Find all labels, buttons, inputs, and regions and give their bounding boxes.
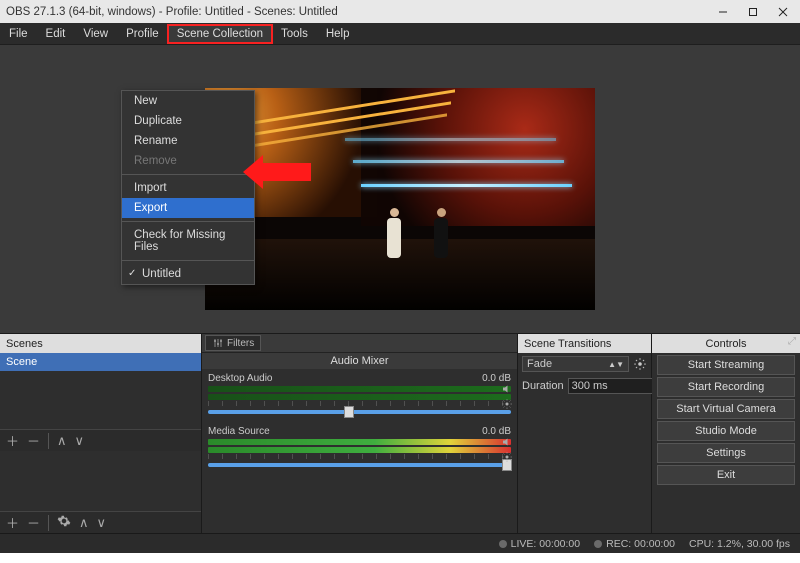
gear-icon[interactable] [633,357,647,371]
gear-icon[interactable] [501,451,513,463]
menu-item-check-missing[interactable]: Check for Missing Files [122,225,254,257]
transitions-body: Fade▲▼ Duration ▴▾ [518,353,651,533]
menu-profile[interactable]: Profile [117,25,168,43]
chevron-up-down-icon: ▲▼ [608,360,624,369]
gear-icon[interactable] [501,398,513,410]
audio-mixer-panel: Filters Audio Mixer Desktop Audio0.0 dB [202,334,518,533]
audio-meter [208,447,511,453]
start-recording-button[interactable]: Start Recording [657,377,795,397]
status-rec: REC: 00:00:00 [594,538,675,550]
transition-select[interactable]: Fade▲▼ [522,356,629,372]
menu-separator [122,260,254,261]
status-live: LIVE: 00:00:00 [499,538,580,550]
track-name: Media Source [208,426,270,437]
mixer-track: Desktop Audio0.0 dB [202,369,517,416]
speaker-icon[interactable] [501,436,513,448]
studio-mode-button[interactable]: Studio Mode [657,421,795,441]
undock-icon[interactable]: ⤢ [788,336,796,347]
controls-header: Controls ⤢ [652,334,800,353]
scenes-panel: Scenes Scene ＋ － ∧ ∨ ＋ － ∧ ∨ [0,334,202,533]
filters-icon [212,337,224,349]
menu-view[interactable]: View [74,25,117,43]
remove-source-icon[interactable]: － [27,513,40,532]
exit-button[interactable]: Exit [657,465,795,485]
menubar: File Edit View Profile Scene Collection … [0,23,800,45]
menu-separator [122,221,254,222]
controls-body: Start Streaming Start Recording Start Vi… [652,353,800,533]
sources-list[interactable] [0,451,201,511]
duration-label: Duration [522,380,564,392]
transitions-panel: Scene Transitions Fade▲▼ Duration ▴▾ [518,334,652,533]
menu-item-export[interactable]: Export [122,198,254,218]
audio-meter [208,386,511,392]
scene-up-icon[interactable]: ∧ [57,433,67,449]
window-title: OBS 27.1.3 (64-bit, windows) - Profile: … [6,6,708,18]
menu-item-duplicate[interactable]: Duplicate [122,111,254,131]
slider-knob[interactable] [344,406,354,418]
menu-item-new[interactable]: New [122,91,254,111]
remove-scene-icon[interactable]: － [27,431,40,450]
menu-item-remove: Remove [122,151,254,171]
menu-file[interactable]: File [0,25,37,43]
scene-item[interactable]: Scene [0,353,201,371]
bottom-panels: Scenes Scene ＋ － ∧ ∨ ＋ － ∧ ∨ [0,333,800,533]
track-name: Desktop Audio [208,373,273,384]
source-settings-icon[interactable] [57,514,71,531]
maximize-button[interactable] [738,2,768,22]
transitions-header: Scene Transitions [518,334,651,353]
speaker-icon[interactable] [501,383,513,395]
mixer-title: Audio Mixer [202,353,517,369]
mixer-track: Media Source0.0 dB [202,422,517,469]
sources-toolbar: ＋ － ∧ ∨ [0,511,201,533]
menu-help[interactable]: Help [317,25,359,43]
rec-dot-icon [594,540,602,548]
scenes-toolbar: ＋ － ∧ ∨ [0,429,201,451]
source-down-icon[interactable]: ∨ [97,515,107,531]
start-streaming-button[interactable]: Start Streaming [657,355,795,375]
scenes-header: Scenes [0,334,201,353]
video-preview[interactable] [205,88,595,310]
menu-tools[interactable]: Tools [272,25,317,43]
scene-down-icon[interactable]: ∨ [75,433,85,449]
audio-meter [208,394,511,400]
preview-area: New Duplicate Rename Remove Import Expor… [0,45,800,333]
start-virtual-camera-button[interactable]: Start Virtual Camera [657,399,795,419]
status-bar: LIVE: 00:00:00 REC: 00:00:00 CPU: 1.2%, … [0,533,800,553]
settings-button[interactable]: Settings [657,443,795,463]
filters-button[interactable]: Filters [205,335,261,351]
scene-collection-dropdown: New Duplicate Rename Remove Import Expor… [121,90,255,285]
titlebar: OBS 27.1.3 (64-bit, windows) - Profile: … [0,0,800,23]
mixer-body: Desktop Audio0.0 dB Media Source0.0 dB [202,369,517,533]
menu-item-untitled[interactable]: Untitled [122,264,254,284]
status-cpu: CPU: 1.2%, 30.00 fps [689,538,790,550]
menu-scene-collection[interactable]: Scene Collection [168,25,272,43]
close-button[interactable] [768,2,798,22]
add-source-icon[interactable]: ＋ [6,513,19,532]
mixer-toolbar: Filters [202,334,517,353]
obs-window: OBS 27.1.3 (64-bit, windows) - Profile: … [0,0,800,553]
volume-slider[interactable] [208,463,511,467]
menu-item-rename[interactable]: Rename [122,131,254,151]
live-dot-icon [499,540,507,548]
controls-panel: Controls ⤢ Start Streaming Start Recordi… [652,334,800,533]
audio-meter [208,439,511,445]
menu-item-import[interactable]: Import [122,178,254,198]
scenes-list[interactable]: Scene [0,353,201,429]
volume-slider[interactable] [208,410,511,414]
add-scene-icon[interactable]: ＋ [6,431,19,450]
minimize-button[interactable] [708,2,738,22]
source-up-icon[interactable]: ∧ [79,515,89,531]
annotation-arrow [261,163,311,181]
menu-edit[interactable]: Edit [37,25,75,43]
menu-separator [122,174,254,175]
